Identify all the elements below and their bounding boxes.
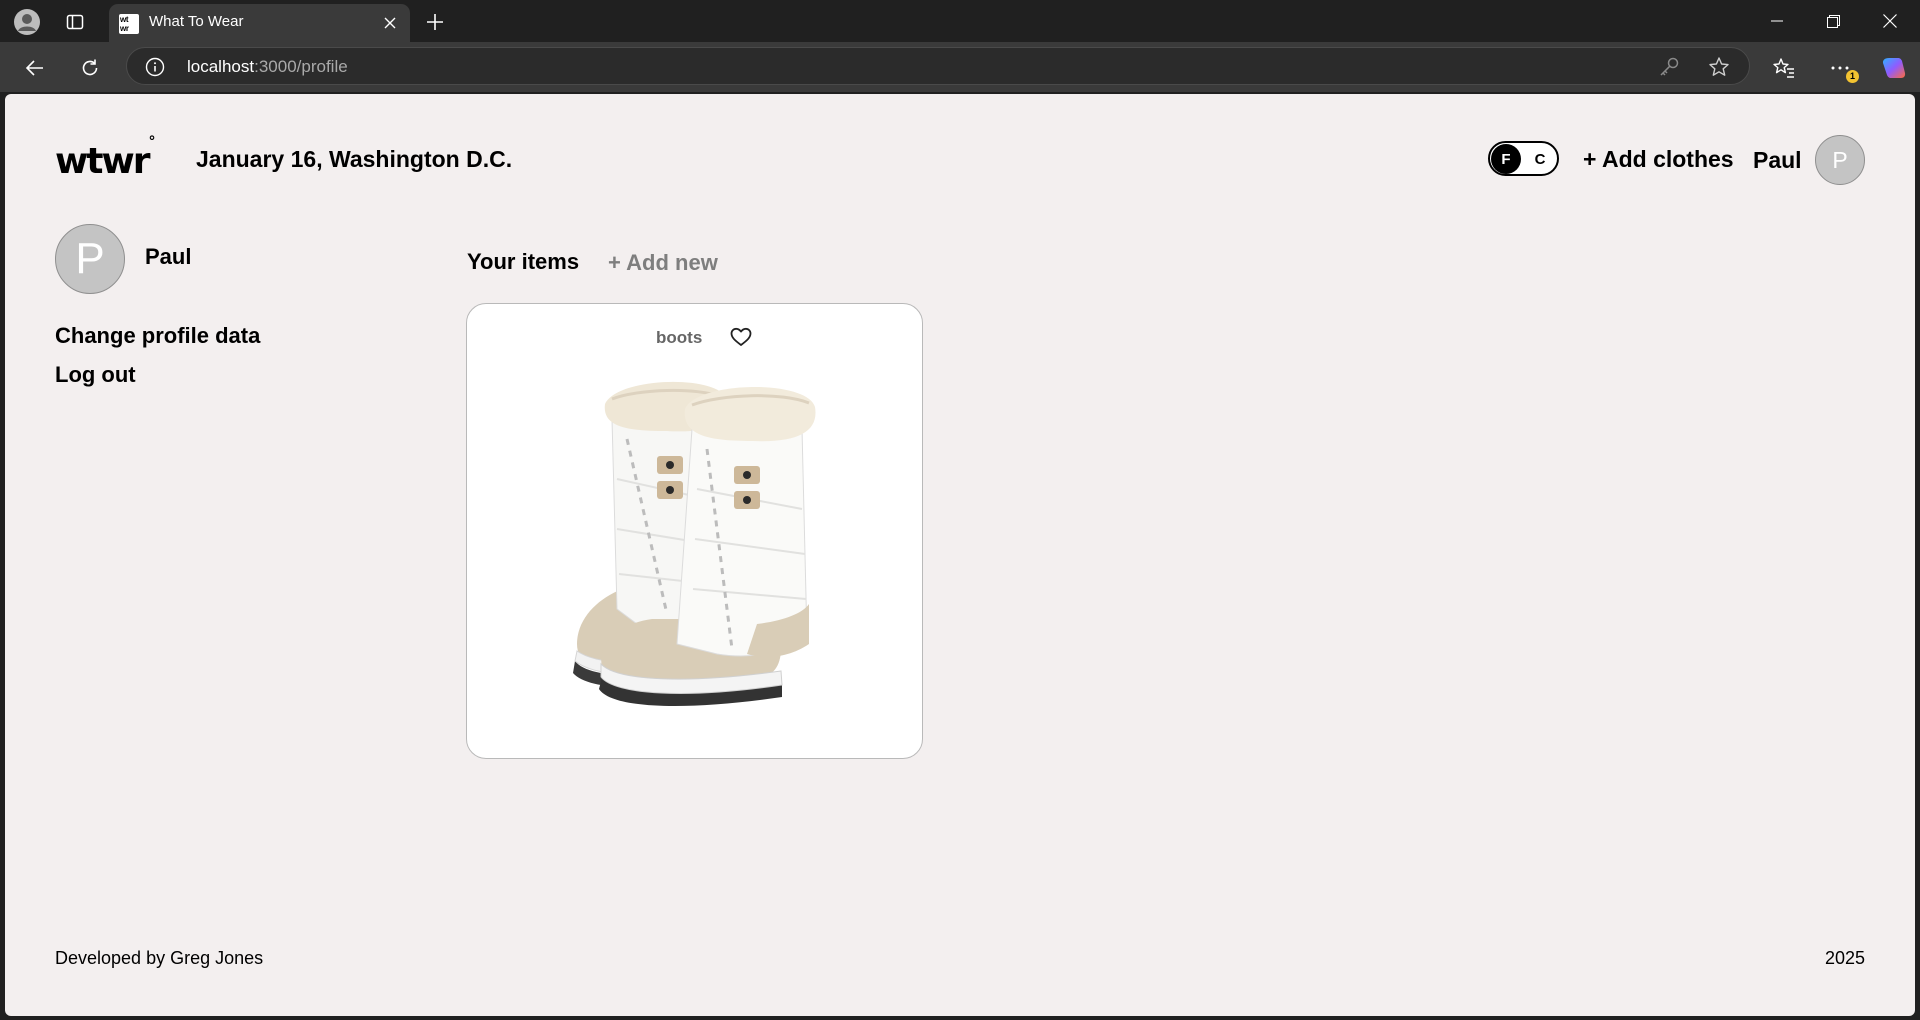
change-profile-button[interactable]: Change profile data: [55, 323, 260, 349]
section-title: Your items: [467, 249, 580, 274]
back-icon[interactable]: [19, 52, 51, 84]
toggle-celsius[interactable]: C: [1528, 151, 1552, 168]
close-icon[interactable]: [379, 12, 401, 34]
footer-year: 2025: [1824, 948, 1865, 968]
url-text[interactable]: localhost:3000/profile: [187, 57, 348, 77]
footer-credit: Developed by Greg Jones: [55, 948, 264, 968]
item-card[interactable]: boots: [466, 303, 923, 759]
heart-icon[interactable]: [729, 325, 753, 349]
key-icon[interactable]: [1658, 56, 1680, 78]
browser-titlebar: wt wr What To Wear: [0, 0, 1920, 42]
sidebar-avatar: P: [55, 224, 125, 294]
item-name: boots: [652, 326, 707, 350]
workspaces-icon[interactable]: [61, 8, 89, 36]
sidebar-username: Paul: [145, 244, 192, 269]
info-icon[interactable]: [145, 57, 165, 77]
extension-badge: 1: [1846, 70, 1859, 83]
close-window-icon[interactable]: [1862, 0, 1918, 42]
header-username[interactable]: Paul: [1753, 147, 1802, 174]
tab-title: What To Wear: [149, 13, 244, 30]
profile-icon[interactable]: [13, 8, 41, 36]
more-icon[interactable]: 1: [1826, 54, 1859, 83]
temperature-unit-toggle[interactable]: F C: [1488, 141, 1559, 176]
address-bar[interactable]: localhost:3000/profile: [126, 47, 1750, 85]
toggle-fahrenheit[interactable]: F: [1492, 151, 1520, 168]
boots-image[interactable]: [517, 359, 877, 729]
copilot-icon[interactable]: [1880, 54, 1908, 82]
plus-icon[interactable]: [421, 8, 449, 36]
favicon-icon: wt wr: [119, 14, 139, 34]
avatar[interactable]: P: [1815, 135, 1865, 185]
browser-tab[interactable]: wt wr What To Wear: [109, 4, 410, 42]
refresh-icon[interactable]: [74, 52, 106, 84]
minimize-icon[interactable]: [1749, 0, 1805, 42]
log-out-button[interactable]: Log out: [55, 362, 136, 388]
logo[interactable]: wtwr°: [55, 134, 155, 180]
browser-toolbar: localhost:3000/profile 1: [0, 42, 1920, 92]
restore-icon[interactable]: [1805, 0, 1861, 42]
add-new-button[interactable]: + Add new: [608, 250, 718, 276]
favorites-icon[interactable]: [1770, 54, 1798, 82]
page: wtwr° January 16, Washington D.C. F C + …: [5, 94, 1915, 1016]
date-location: January 16, Washington D.C.: [196, 146, 513, 172]
add-clothes-button[interactable]: + Add clothes: [1583, 146, 1734, 173]
star-icon[interactable]: [1708, 56, 1730, 78]
